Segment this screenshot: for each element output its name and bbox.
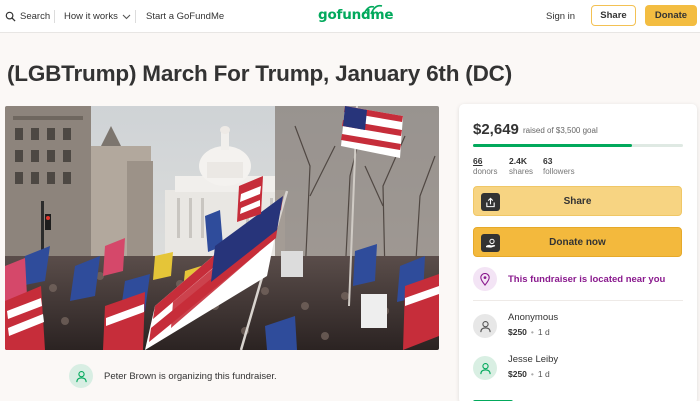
crowd-photo-illustration bbox=[5, 106, 439, 350]
sign-in-link[interactable]: Sign in bbox=[546, 0, 575, 33]
organizer-avatar bbox=[69, 364, 93, 388]
header-donate-button[interactable]: Donate bbox=[645, 5, 697, 26]
donation-item: Anonymous $250 • 1 d bbox=[473, 312, 558, 338]
meta-separator: • bbox=[530, 369, 534, 379]
stat-shares: 2.4K shares bbox=[509, 156, 533, 176]
donor-avatar bbox=[473, 314, 497, 338]
user-icon bbox=[75, 370, 87, 382]
campaign-title: (LGBTrump) March For Trump, January 6th … bbox=[7, 61, 512, 86]
goal-text: raised of $3,500 goal bbox=[523, 126, 598, 135]
header-donate-label: Donate bbox=[654, 10, 688, 21]
user-icon bbox=[479, 320, 491, 332]
stat-shares-value: 2.4K bbox=[509, 156, 527, 166]
meta-separator: • bbox=[530, 327, 534, 337]
stat-shares-label: shares bbox=[509, 167, 534, 176]
share-icon bbox=[481, 193, 500, 211]
campaign-photo bbox=[5, 106, 439, 350]
donation-meta: $250 • 1 d bbox=[508, 369, 558, 379]
donation-time: 1 d bbox=[537, 327, 550, 337]
how-it-works-menu[interactable]: How it works bbox=[64, 0, 131, 33]
donate-now-label: Donate now bbox=[549, 236, 606, 248]
share-button[interactable]: Share bbox=[473, 186, 682, 216]
location-notice[interactable]: This fundraiser is located near you bbox=[473, 267, 665, 291]
donation-amount: $250 bbox=[508, 327, 527, 337]
user-icon bbox=[479, 362, 491, 374]
stat-followers: 63 followers bbox=[543, 156, 575, 176]
stat-donors[interactable]: 66 donors bbox=[473, 156, 497, 176]
stat-donors-value: 66 bbox=[473, 156, 483, 166]
nav-divider bbox=[54, 10, 55, 23]
stat-donors-label: donors bbox=[473, 167, 498, 176]
how-it-works-label: How it works bbox=[64, 11, 118, 22]
nav-divider bbox=[135, 10, 136, 23]
donation-meta: $250 • 1 d bbox=[508, 327, 558, 337]
share-button-label: Share bbox=[563, 195, 592, 207]
location-notice-text: This fundraiser is located near you bbox=[508, 273, 666, 285]
start-gofundme-label: Start a GoFundMe bbox=[146, 11, 225, 22]
card-divider bbox=[473, 300, 683, 301]
stat-followers-label: followers bbox=[543, 167, 575, 176]
donate-now-button[interactable]: Donate now bbox=[473, 227, 682, 257]
top-nav: Search How it works Start a GoFundMe gof… bbox=[0, 0, 700, 33]
organizer-row[interactable]: Peter Brown is organizing this fundraise… bbox=[69, 364, 277, 388]
raised-amount: $2,649 bbox=[473, 121, 519, 138]
donor-name: Jesse Leiby bbox=[508, 354, 559, 365]
progress-fill bbox=[473, 144, 632, 147]
location-pin-icon bbox=[473, 267, 497, 291]
header-share-label: Share bbox=[600, 10, 627, 21]
search-label: Search bbox=[20, 11, 51, 22]
progress-bar bbox=[473, 144, 683, 147]
search-icon bbox=[5, 11, 16, 22]
header-share-button[interactable]: Share bbox=[591, 5, 636, 26]
donation-amount: $250 bbox=[508, 369, 527, 379]
chevron-down-icon bbox=[122, 14, 131, 19]
donation-item: Jesse Leiby $250 • 1 d bbox=[473, 354, 558, 380]
donate-icon bbox=[481, 234, 500, 252]
organizer-text: Peter Brown is organizing this fundraise… bbox=[104, 370, 277, 382]
donor-name: Anonymous bbox=[508, 312, 559, 323]
start-gofundme-link[interactable]: Start a GoFundMe bbox=[146, 0, 224, 33]
logo-leaf-icon bbox=[363, 4, 383, 15]
donation-time: 1 d bbox=[537, 369, 550, 379]
donation-card: $2,649 raised of $3,500 goal 66 donors 2… bbox=[459, 104, 697, 401]
search-link[interactable]: Search bbox=[5, 0, 50, 33]
stat-followers-value: 63 bbox=[543, 156, 553, 166]
donor-avatar bbox=[473, 356, 497, 380]
sign-in-label: Sign in bbox=[546, 11, 576, 22]
